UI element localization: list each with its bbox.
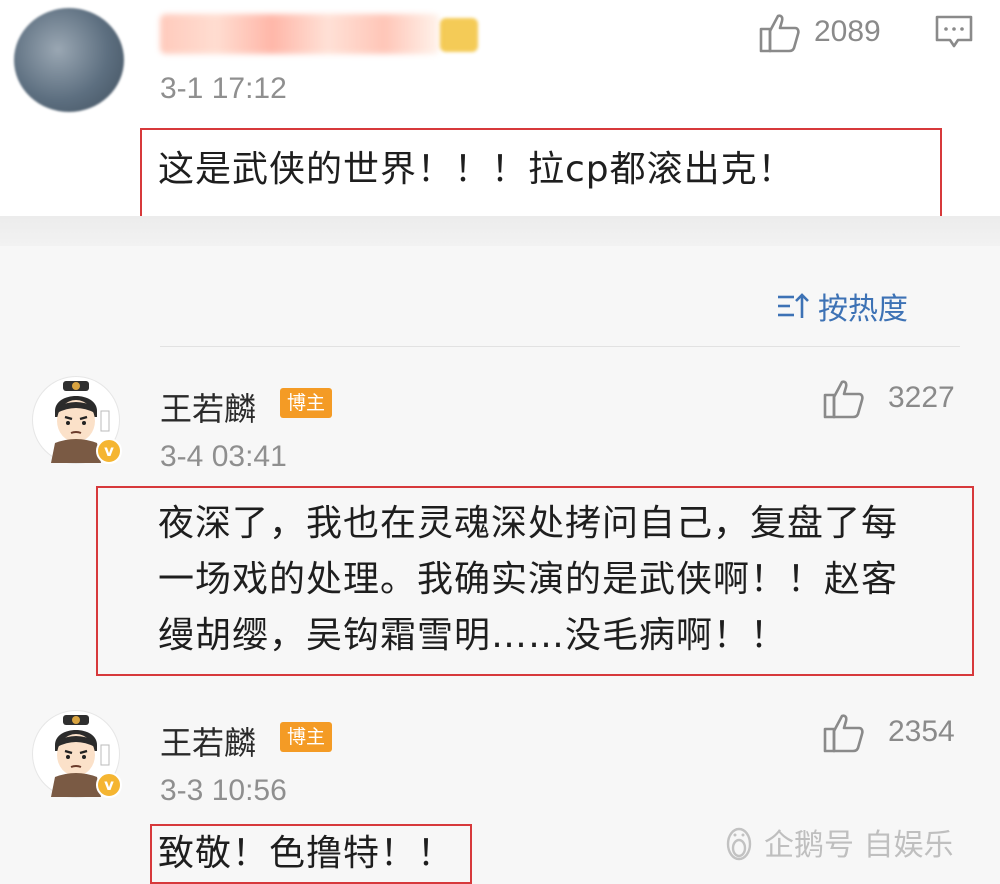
sort-label: 按热度: [818, 292, 908, 327]
comment-icon: [935, 15, 973, 48]
reply-text-line: 一场戏的处理。我确实演的是武侠啊！！赵客: [158, 559, 899, 600]
sort-icon: [778, 293, 809, 318]
like-count: 3227: [888, 381, 955, 414]
like-count: 2354: [888, 715, 955, 748]
author-tag: 博主: [280, 388, 333, 418]
reply-text: 夜深了，我也在灵魂深处拷问自己，复盘了每 一场戏的处理。我确实演的是武侠啊！！赵…: [158, 496, 898, 664]
like-count: 2089: [814, 15, 881, 48]
comment-text: 这是武侠的世界！！！拉cp都滚出克！: [158, 149, 795, 190]
like-button[interactable]: 2089: [758, 10, 881, 54]
comment-time: 3-1 17:12: [160, 72, 287, 105]
user-avatar-blurred[interactable]: [14, 8, 124, 112]
reply-username[interactable]: 王若麟: [160, 384, 256, 430]
reply-text-line: 夜深了，我也在灵魂深处拷问自己，复盘了每: [158, 503, 899, 544]
divider: [160, 346, 960, 347]
reply-button[interactable]: [934, 14, 974, 54]
section-separator: [0, 216, 1000, 246]
top-comment-card: 3-1 17:12 2089 这是武侠的世界！！！拉cp都滚出克！: [0, 0, 1000, 232]
sort-by-hot-button[interactable]: 按热度: [776, 284, 908, 328]
verified-badge-icon: v: [96, 438, 122, 464]
thumbs-up-icon: [759, 14, 800, 53]
reply-time: 3-4 03:41: [160, 440, 287, 473]
reply-time: 3-3 10:56: [160, 774, 287, 807]
username-blurred[interactable]: [160, 14, 440, 54]
penguin-logo-icon: [726, 827, 752, 861]
thumbs-up-icon: [823, 380, 864, 419]
like-button[interactable]: 2354: [822, 710, 955, 754]
like-button[interactable]: 3227: [822, 376, 955, 420]
watermark-text: 企鹅号 自娱乐: [764, 828, 954, 863]
watermark: 企鹅号 自娱乐: [722, 820, 954, 864]
verified-badge-icon: v: [96, 772, 122, 798]
reply-text: 致敬！色撸特！！: [158, 833, 455, 874]
thumbs-up-icon: [823, 714, 864, 753]
reply-text-line: 缦胡缨，吴钩霜雪明……没毛病啊！！: [158, 615, 788, 656]
vip-badge-icon: [440, 18, 478, 52]
author-tag: 博主: [280, 722, 333, 752]
reply-username[interactable]: 王若麟: [160, 718, 256, 764]
